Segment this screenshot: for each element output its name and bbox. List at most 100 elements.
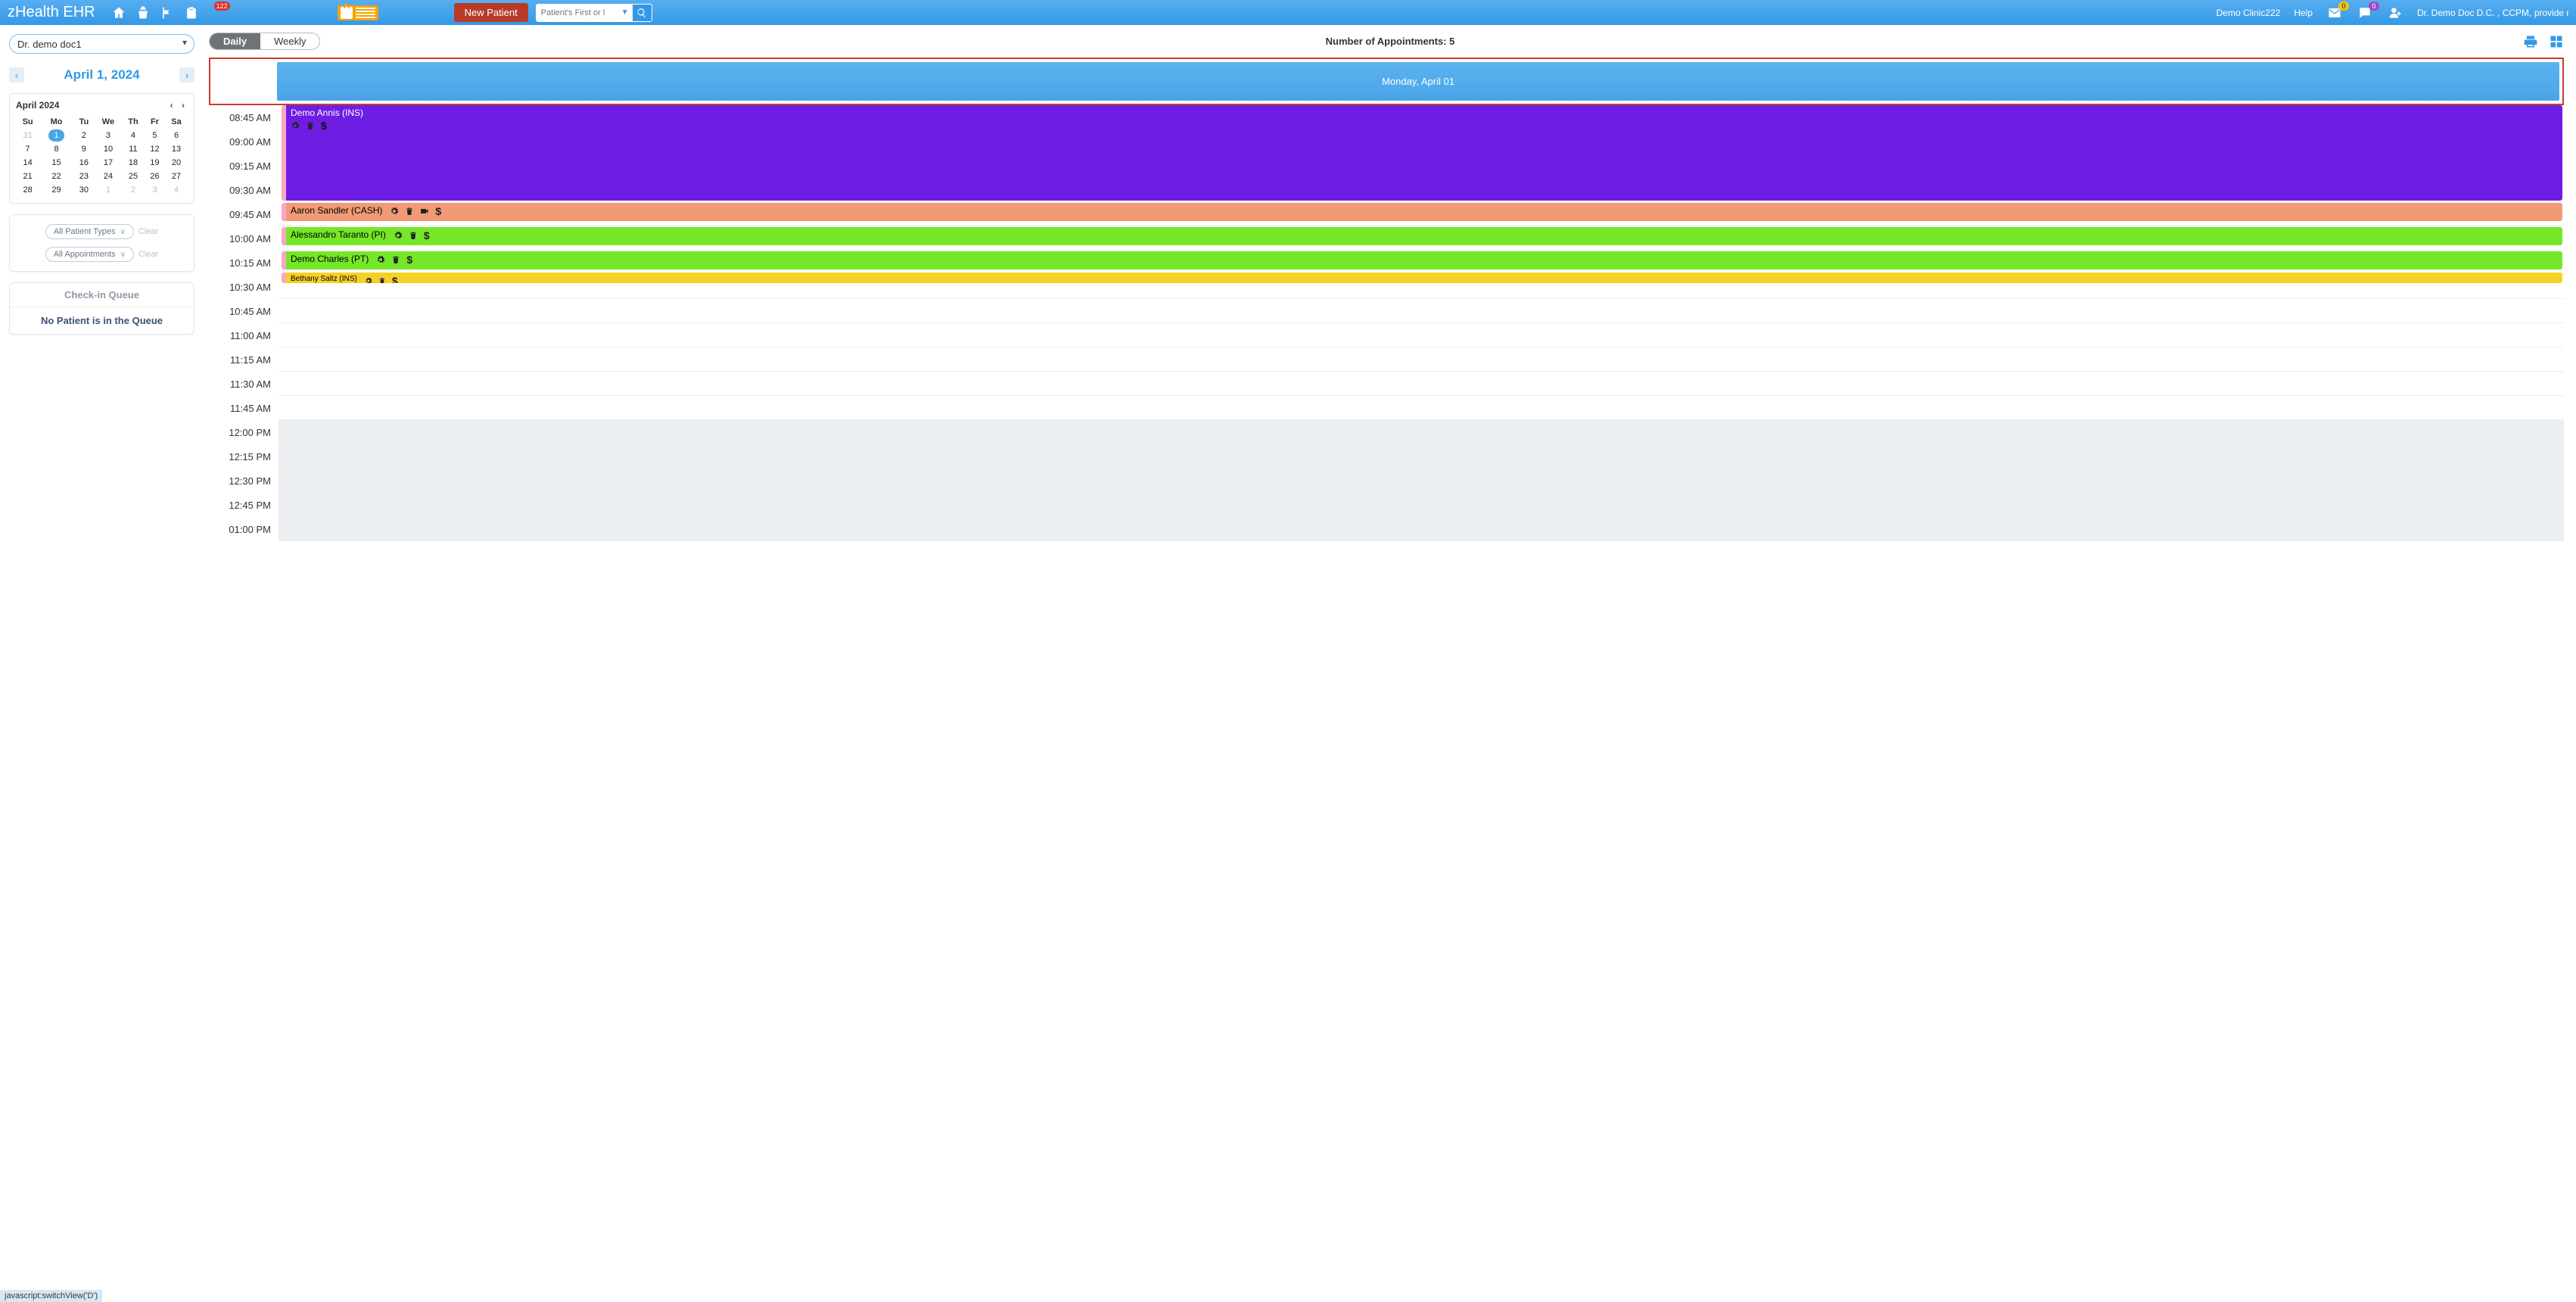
clear-patient-types[interactable]: Clear	[138, 227, 158, 236]
minical-day[interactable]: 13	[165, 142, 188, 156]
schedule-row[interactable]	[278, 420, 2564, 444]
trash-icon[interactable]	[306, 121, 315, 130]
status-bar: javascript:switchView('D')	[0, 1290, 102, 1302]
gear-icon[interactable]	[291, 121, 300, 130]
minical-day[interactable]: 16	[73, 156, 95, 170]
minical-day[interactable]: 10	[95, 142, 122, 156]
minical-day[interactable]: 31	[16, 129, 39, 142]
minical-day[interactable]: 15	[39, 156, 73, 170]
minical-next[interactable]: ›	[179, 100, 188, 111]
clipboard-icon[interactable]	[183, 5, 200, 21]
appointment-block[interactable]: Demo Annis (INS)$	[282, 105, 2562, 201]
schedule-row[interactable]	[278, 444, 2564, 469]
minical-day[interactable]: 1	[39, 129, 73, 142]
search-button[interactable]	[632, 4, 652, 22]
minical-dow: Fr	[145, 115, 165, 129]
minical-day[interactable]: 28	[16, 183, 39, 197]
schedule-row[interactable]	[278, 299, 2564, 323]
add-user-icon[interactable]	[2387, 5, 2403, 21]
trash-icon[interactable]	[409, 231, 418, 240]
doctor-select[interactable]: Dr. demo doc1	[9, 34, 194, 54]
prev-day-button[interactable]: ‹	[9, 67, 24, 83]
gear-icon[interactable]	[376, 255, 385, 264]
dollar-icon[interactable]: $	[392, 275, 398, 283]
gear-icon[interactable]	[390, 207, 399, 216]
gear-icon[interactable]	[394, 231, 403, 240]
minical-day[interactable]: 20	[165, 156, 188, 170]
dollar-icon[interactable]: $	[321, 120, 327, 132]
minical-day[interactable]: 24	[95, 170, 122, 183]
basket-icon[interactable]	[135, 5, 151, 21]
minical-day[interactable]: 26	[145, 170, 165, 183]
dollar-icon[interactable]: $	[424, 229, 430, 241]
schedule-row[interactable]	[278, 469, 2564, 493]
appointment-block[interactable]: Bethany Saltz (INS)$	[282, 273, 2562, 283]
clear-appointments[interactable]: Clear	[138, 250, 158, 259]
schedule-row[interactable]	[278, 323, 2564, 347]
minical-day[interactable]: 8	[39, 142, 73, 156]
search-dropdown-caret[interactable]: ▼	[618, 8, 632, 17]
gift-icon[interactable]	[338, 5, 378, 20]
minical-dow: We	[95, 115, 122, 129]
trash-icon[interactable]	[405, 207, 414, 216]
minical-day[interactable]: 2	[73, 129, 95, 142]
trash-icon[interactable]	[378, 277, 386, 283]
minical-day[interactable]: 27	[165, 170, 188, 183]
minical-day[interactable]: 17	[95, 156, 122, 170]
minical-day[interactable]: 21	[16, 170, 39, 183]
new-patient-button[interactable]: New Patient	[454, 3, 528, 22]
minical-day[interactable]: 19	[145, 156, 165, 170]
minical-day[interactable]: 4	[122, 129, 145, 142]
minical-day[interactable]: 3	[145, 183, 165, 197]
notification-badge[interactable]: 122	[207, 5, 224, 21]
minical-day[interactable]: 9	[73, 142, 95, 156]
home-icon[interactable]	[110, 5, 127, 21]
help-link[interactable]: Help	[2294, 8, 2313, 18]
schedule-row[interactable]	[278, 372, 2564, 396]
minical-prev[interactable]: ‹	[167, 100, 176, 111]
search-input[interactable]	[537, 8, 618, 17]
minical-day[interactable]: 6	[165, 129, 188, 142]
print-icon[interactable]	[2523, 34, 2538, 49]
appointment-block[interactable]: Aaron Sandler (CASH)$	[282, 203, 2562, 221]
chat-icon[interactable]: 0	[2357, 5, 2373, 21]
patient-types-filter[interactable]: All Patient Types ∨	[45, 224, 134, 239]
grid-icon[interactable]	[2549, 34, 2564, 49]
trash-icon[interactable]	[391, 255, 400, 264]
schedule-row[interactable]	[278, 396, 2564, 420]
view-weekly[interactable]: Weekly	[260, 33, 319, 49]
minical-day[interactable]: 12	[145, 142, 165, 156]
next-day-button[interactable]: ›	[179, 67, 194, 83]
video-icon[interactable]	[420, 207, 429, 216]
appointments-filter[interactable]: All Appointments ∨	[45, 247, 134, 262]
schedule-row[interactable]	[278, 493, 2564, 517]
schedule-row[interactable]	[278, 517, 2564, 541]
minical-day[interactable]: 14	[16, 156, 39, 170]
view-daily[interactable]: Daily	[210, 33, 260, 49]
appointment-block[interactable]: Demo Charles (PT)$	[282, 251, 2562, 269]
appointment-block[interactable]: Alessandro Taranto (PI)$	[282, 227, 2562, 245]
mini-calendar: April 2024 ‹ › SuMoTuWeThFrSa 3112345678…	[9, 93, 194, 204]
dollar-icon[interactable]: $	[406, 254, 412, 266]
flag-icon[interactable]	[159, 5, 176, 21]
minical-day[interactable]: 1	[95, 183, 122, 197]
minical-day[interactable]: 29	[39, 183, 73, 197]
patient-search[interactable]: ▼	[536, 4, 652, 22]
minical-day[interactable]: 5	[145, 129, 165, 142]
mail-icon[interactable]: 0	[2326, 5, 2343, 21]
minical-day[interactable]: 25	[122, 170, 145, 183]
minical-day[interactable]: 7	[16, 142, 39, 156]
minical-day[interactable]: 23	[73, 170, 95, 183]
user-menu[interactable]: Dr. Demo Doc D.C. , CCPM, provide r▾	[2417, 8, 2568, 18]
minical-day[interactable]: 11	[122, 142, 145, 156]
minical-day[interactable]: 2	[122, 183, 145, 197]
minical-day[interactable]: 30	[73, 183, 95, 197]
gear-icon[interactable]	[365, 277, 372, 283]
minical-day[interactable]: 18	[122, 156, 145, 170]
schedule-row[interactable]	[278, 347, 2564, 372]
dollar-icon[interactable]: $	[435, 205, 441, 217]
minical-day[interactable]: 22	[39, 170, 73, 183]
clinic-link[interactable]: Demo Clinic222	[2217, 8, 2281, 18]
minical-day[interactable]: 4	[165, 183, 188, 197]
minical-day[interactable]: 3	[95, 129, 122, 142]
